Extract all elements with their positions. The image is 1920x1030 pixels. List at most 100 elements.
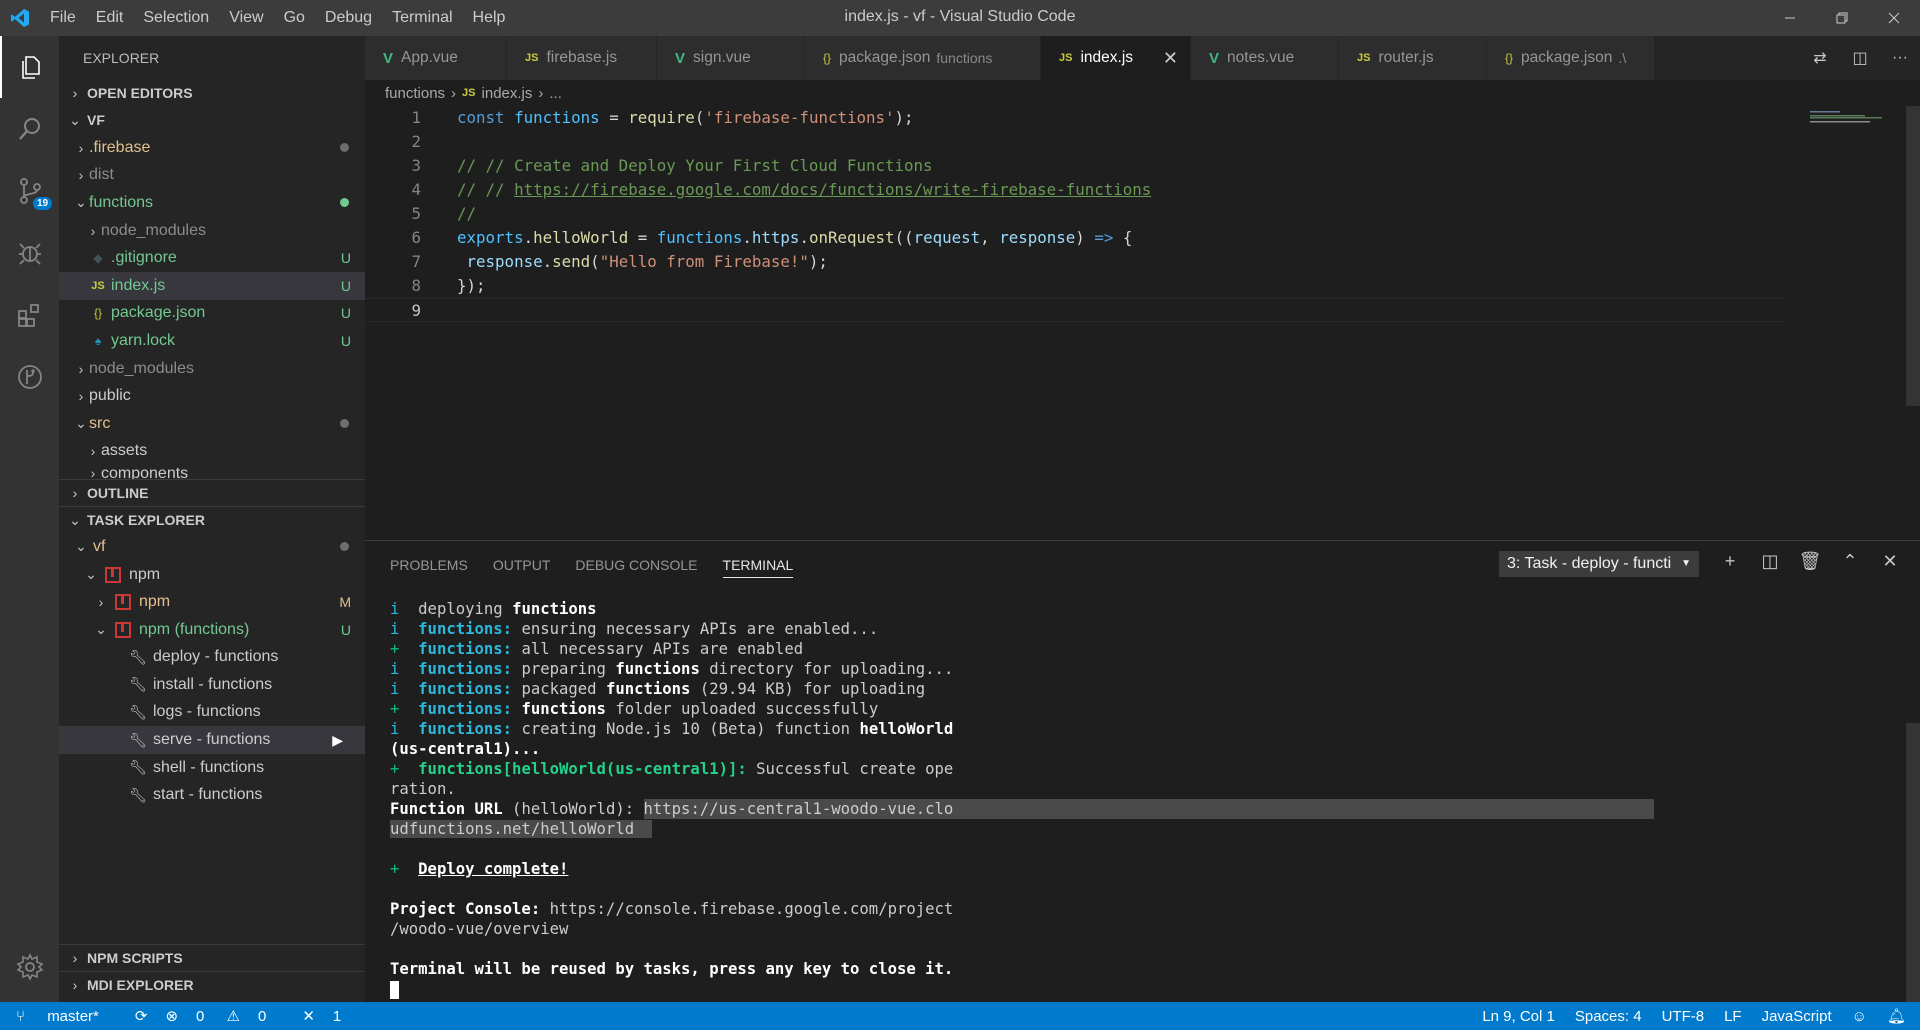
tab-terminal[interactable]: TERMINAL <box>722 552 794 578</box>
terminal-select[interactable]: 3: Task - deploy - functi ▼ <box>1499 551 1699 577</box>
tab-package-json-root[interactable]: {} package.json .\ <box>1487 36 1655 80</box>
term-link[interactable]: https://console.firebase.google.com/proj… <box>540 900 954 918</box>
minimap[interactable] <box>1810 108 1890 123</box>
settings-gear-icon[interactable] <box>0 936 59 998</box>
sync-icon[interactable]: ⟳ <box>135 1007 148 1025</box>
tree-item-node-modules-root[interactable]: › node_modules <box>59 355 365 383</box>
tree-item-functions[interactable]: ⌄ functions <box>59 189 365 217</box>
open-editors-section[interactable]: › OPEN EDITORS <box>59 80 365 107</box>
menu-edit[interactable]: Edit <box>86 9 134 27</box>
problems-status[interactable]: ⊗ 0 ⚠ 0 <box>165 1007 284 1025</box>
more-actions-icon[interactable]: ··· <box>1880 49 1920 67</box>
tree-item-yarn-lock[interactable]: ♠ yarn.lock U <box>59 327 365 355</box>
mdi-explorer-section[interactable]: › MDI EXPLORER <box>59 971 365 998</box>
task-item-deploy[interactable]: 🔧︎ deploy - functions <box>59 644 365 672</box>
tab-notes-vue[interactable]: Vnotes.vue <box>1191 36 1339 80</box>
tree-item-src[interactable]: ⌄ src <box>59 410 365 438</box>
split-terminal-icon[interactable]: ◫ <box>1750 551 1790 572</box>
tree-item-gitignore[interactable]: ◆ .gitignore U <box>59 244 365 272</box>
search-icon[interactable] <box>0 98 59 160</box>
tab-debug-console[interactable]: DEBUG CONSOLE <box>575 541 697 589</box>
close-window-button[interactable] <box>1868 0 1920 36</box>
editor-scrollbar[interactable] <box>1906 106 1920 406</box>
minimize-button[interactable] <box>1764 0 1816 36</box>
tree-item-index-js[interactable]: JS index.js U <box>59 271 365 300</box>
close-panel-icon[interactable]: ✕ <box>1870 551 1910 572</box>
indentation[interactable]: Spaces: 4 <box>1575 1008 1642 1025</box>
task-item-serve[interactable]: 🔧︎ serve - functions ▶ <box>59 726 365 754</box>
open-changes-icon[interactable]: ⇄ <box>1800 48 1840 68</box>
encoding[interactable]: UTF-8 <box>1662 1008 1705 1025</box>
task-group-npm[interactable]: ⌄ npm <box>59 561 365 589</box>
task-item-logs[interactable]: 🔧︎ logs - functions <box>59 699 365 727</box>
task-item-start[interactable]: 🔧︎ start - functions <box>59 781 365 809</box>
tree-item-firebase[interactable]: › .firebase <box>59 134 365 162</box>
menu-file[interactable]: File <box>40 9 86 27</box>
tab-app-vue[interactable]: V App.vue <box>365 36 507 80</box>
code-token: = <box>628 228 657 247</box>
tree-item-public[interactable]: › public <box>59 382 365 410</box>
feedback-smiley-icon[interactable]: ☺ <box>1852 1008 1867 1025</box>
tab-firebase-js[interactable]: JS firebase.js <box>507 36 657 80</box>
task-item-install[interactable]: 🔧︎ install - functions <box>59 671 365 699</box>
tree-item-components[interactable]: › components <box>59 465 365 479</box>
outline-section[interactable]: › OUTLINE <box>59 479 365 506</box>
tab-package-json-functions[interactable]: {} package.json functions <box>805 36 1041 80</box>
tab-index-js[interactable]: JS index.js ✕ <box>1041 36 1191 80</box>
git-graph-icon[interactable] <box>0 346 59 408</box>
code-editor[interactable]: 1 const functions = require('firebase-fun… <box>365 106 1920 536</box>
term-link[interactable]: /woodo-vue/overview <box>390 920 568 938</box>
term-token: ensuring necessary APIs are enabled... <box>512 620 879 638</box>
tab-problems[interactable]: PROBLEMS <box>390 541 468 589</box>
new-terminal-icon[interactable]: + <box>1710 551 1750 572</box>
restore-button[interactable] <box>1816 0 1868 36</box>
maximize-panel-icon[interactable]: ⌃ <box>1830 551 1870 572</box>
term-selected-url[interactable]: udfunctions.net/helloWorld <box>390 820 653 838</box>
source-control-icon[interactable]: 19 <box>0 160 59 222</box>
menu-go[interactable]: Go <box>274 9 315 27</box>
task-group-npm-sub[interactable]: › npm M <box>59 588 365 616</box>
tab-output[interactable]: OUTPUT <box>493 541 551 589</box>
notifications-bell-icon[interactable]: 🔔︎ <box>1887 1007 1906 1025</box>
task-group-npm-functions[interactable]: ⌄ npm (functions) U <box>59 616 365 644</box>
terminal-line: ration. <box>390 779 1900 799</box>
tab-sign-vue[interactable]: Vsign.vue <box>657 36 805 80</box>
menu-debug[interactable]: Debug <box>315 9 382 27</box>
terminal-output[interactable]: i deploying functions i functions: ensur… <box>390 599 1900 999</box>
branch-status[interactable]: ⑂ master* <box>16 1008 117 1025</box>
breadcrumb-file[interactable]: index.js <box>482 85 533 102</box>
warning-icon: ⚠ <box>226 1008 240 1025</box>
tab-router-js[interactable]: JS router.js <box>1339 36 1487 80</box>
npm-scripts-section[interactable]: › NPM SCRIPTS <box>59 944 365 971</box>
breadcrumb-folder[interactable]: functions <box>385 85 445 102</box>
terminal-scrollbar[interactable] <box>1906 723 1920 1003</box>
menu-terminal[interactable]: Terminal <box>382 9 462 27</box>
tree-item-package-json[interactable]: {} package.json U <box>59 300 365 328</box>
split-editor-icon[interactable]: ◫ <box>1840 48 1880 68</box>
debug-icon[interactable] <box>0 222 59 284</box>
kill-terminal-icon[interactable]: 🗑︎ <box>1790 551 1830 572</box>
menu-help[interactable]: Help <box>463 9 516 27</box>
run-task-icon[interactable]: ▶ <box>332 732 343 749</box>
tree-item-node-modules[interactable]: › node_modules <box>59 217 365 245</box>
task-explorer-section[interactable]: ⌄ TASK EXPLORER <box>59 506 365 533</box>
live-share-status[interactable]: ✕ 1 <box>302 1007 359 1025</box>
language-mode[interactable]: JavaScript <box>1762 1008 1832 1025</box>
extensions-icon[interactable] <box>0 284 59 346</box>
tree-item-assets[interactable]: › assets <box>59 438 365 466</box>
code-link[interactable]: https://firebase.google.com/docs/functio… <box>514 180 1151 199</box>
task-item-shell[interactable]: 🔧︎ shell - functions <box>59 754 365 782</box>
vf-folder-section[interactable]: ⌄ VF <box>59 107 365 134</box>
close-tab-icon[interactable]: ✕ <box>1163 48 1178 69</box>
explorer-icon[interactable] <box>0 36 59 98</box>
menu-view[interactable]: View <box>219 9 273 27</box>
term-selected-url[interactable]: https://us-central1-woodo-vue.clo <box>643 799 1654 819</box>
chevron-down-icon: ⌄ <box>95 621 107 638</box>
tree-item-dist[interactable]: › dist <box>59 162 365 190</box>
breadcrumb-more[interactable]: ... <box>549 85 562 102</box>
cursor-position[interactable]: Ln 9, Col 1 <box>1482 1008 1555 1025</box>
task-root-vf[interactable]: ⌄ vf <box>59 533 365 561</box>
title-bar: File Edit Selection View Go Debug Termin… <box>0 0 1920 36</box>
menu-selection[interactable]: Selection <box>133 9 219 27</box>
end-of-line[interactable]: LF <box>1724 1008 1742 1025</box>
